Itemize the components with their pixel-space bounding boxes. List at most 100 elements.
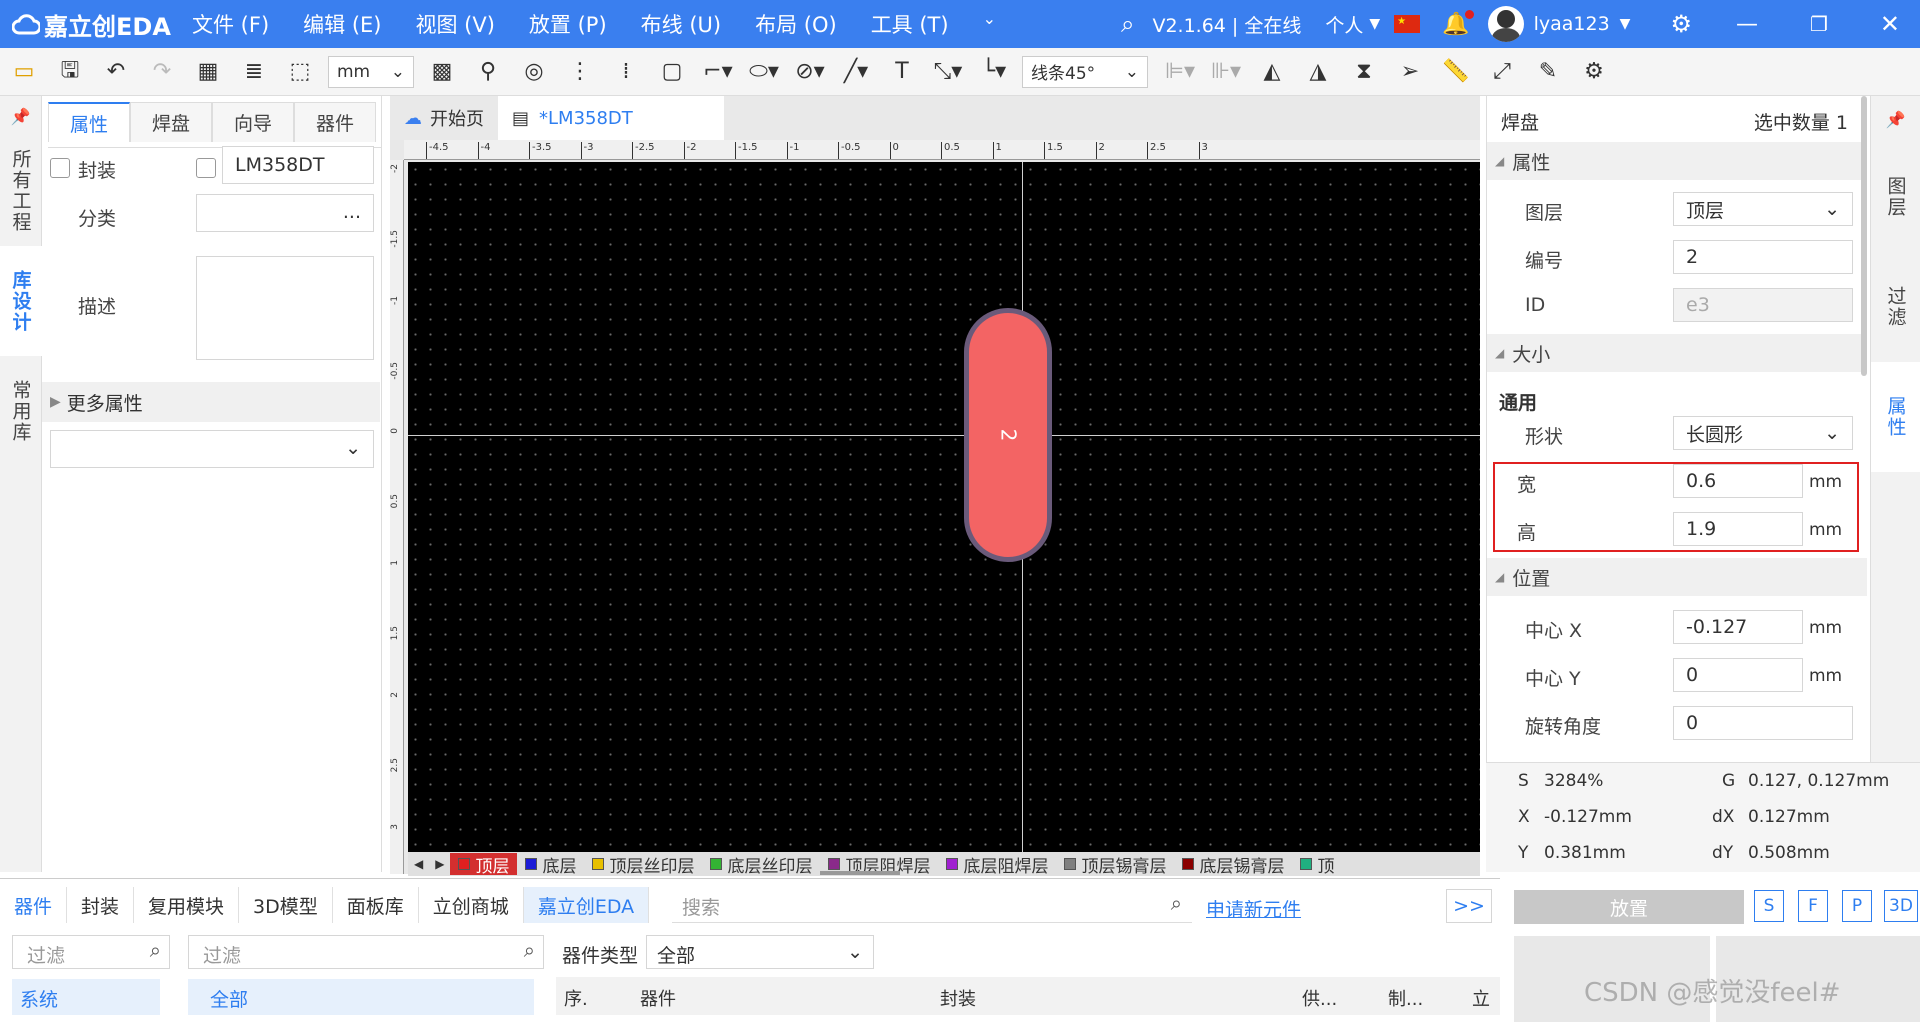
- grid-apps-icon[interactable]: ▦: [190, 54, 226, 90]
- layer-item[interactable]: 底层丝印层: [702, 853, 820, 876]
- device-type-select[interactable]: 全部 ⌄: [646, 935, 874, 969]
- layer-item[interactable]: 底层锡膏层: [1174, 853, 1292, 876]
- pin-icon-left[interactable]: 📌: [0, 96, 41, 136]
- layer-item[interactable]: 顶层锡膏层: [1056, 853, 1174, 876]
- avatar[interactable]: [1487, 6, 1524, 42]
- save-icon[interactable]: 🖫: [52, 54, 88, 90]
- tab-lib-footprints[interactable]: 封装: [67, 887, 135, 923]
- quick-button-p[interactable]: P: [1842, 890, 1872, 922]
- apply-new-component-link[interactable]: 申请新元件: [1206, 895, 1301, 922]
- ruler-icon[interactable]: 📏: [1438, 54, 1474, 90]
- category-more-icon[interactable]: ...: [343, 201, 361, 223]
- menu-edit[interactable]: 编辑 (E): [303, 9, 381, 39]
- via-column-icon[interactable]: ⋮: [562, 54, 598, 90]
- footprint-value-checkbox[interactable]: [196, 158, 216, 178]
- zoom-area-icon[interactable]: ⬚: [282, 54, 318, 90]
- measure-icon[interactable]: ⤢: [1484, 54, 1520, 90]
- mirror-icon[interactable]: ⧗: [1346, 54, 1382, 90]
- center-y-input[interactable]: 0: [1673, 658, 1803, 692]
- col-device[interactable]: 器件: [640, 985, 676, 1011]
- layer-item[interactable]: 顶: [1292, 853, 1342, 876]
- oblong-pad[interactable]: 2: [964, 308, 1052, 562]
- tab-lib-reuse-modules[interactable]: 复用模块: [134, 887, 240, 923]
- section-position[interactable]: ◢ 位置: [1487, 558, 1867, 596]
- filter-input-1[interactable]: 过滤 ⌕: [12, 935, 170, 969]
- send-icon[interactable]: ➢: [1392, 54, 1428, 90]
- section-size[interactable]: ◢ 大小: [1487, 334, 1867, 372]
- filter-input-2[interactable]: 过滤 ⌕: [188, 935, 544, 969]
- layer-item[interactable]: 顶层丝印层: [584, 853, 702, 876]
- library-search-icon[interactable]: ⌕: [1171, 891, 1182, 915]
- tab-start-page[interactable]: ☁ 开始页: [390, 96, 498, 140]
- library-search-input[interactable]: 搜索 ⌕: [672, 887, 1192, 923]
- tree-item-all[interactable]: 全部: [188, 979, 534, 1015]
- tab-pads[interactable]: 焊盘: [130, 102, 212, 142]
- menu-layout[interactable]: 布局 (O): [755, 9, 837, 39]
- more-properties-select[interactable]: ⌄: [50, 430, 374, 468]
- pin-icon-right[interactable]: 📌: [1871, 96, 1920, 142]
- minimize-icon[interactable]: —: [1736, 12, 1758, 37]
- place-button[interactable]: 放置: [1514, 890, 1744, 924]
- tab-right-properties[interactable]: 属性: [1871, 362, 1920, 472]
- tab-layers[interactable]: 图层: [1871, 142, 1920, 252]
- layer-item[interactable]: 底层: [517, 853, 584, 876]
- description-textarea[interactable]: [196, 256, 374, 360]
- text-icon[interactable]: T: [884, 54, 920, 90]
- settings-gear-icon[interactable]: ⚙: [1670, 10, 1692, 38]
- menu-file[interactable]: 文件 (F): [192, 9, 269, 39]
- ellipse-icon[interactable]: ⬭▾: [746, 54, 782, 90]
- origin-icon[interactable]: └▾: [976, 54, 1012, 90]
- via-grid-icon[interactable]: ⁞: [608, 54, 644, 90]
- close-icon[interactable]: ✕: [1880, 10, 1900, 38]
- category-input[interactable]: ...: [196, 194, 374, 232]
- bell-icon[interactable]: 🔔: [1442, 9, 1474, 37]
- menu-view[interactable]: 视图 (V): [415, 9, 494, 39]
- col-lcsc[interactable]: 立: [1472, 985, 1490, 1011]
- search-icon[interactable]: ⌕: [1121, 10, 1134, 38]
- dimension-icon[interactable]: ⤡▾: [930, 54, 966, 90]
- width-input[interactable]: 0.6: [1673, 464, 1803, 498]
- workspace-select[interactable]: 个人: [1325, 11, 1363, 38]
- tab-lib-lcsc[interactable]: 立创商城: [419, 887, 524, 923]
- section-properties[interactable]: ◢ 属性: [1487, 142, 1867, 180]
- center-x-input[interactable]: -0.127: [1673, 610, 1803, 644]
- line-icon[interactable]: ╱▾: [838, 54, 874, 90]
- tab-library-design[interactable]: 库设计: [0, 246, 42, 356]
- tab-lm358dt[interactable]: ▤ *LM358DT: [498, 96, 724, 140]
- col-supplier[interactable]: 供...: [1302, 985, 1337, 1011]
- redo-icon[interactable]: ↷: [144, 54, 180, 90]
- restore-icon[interactable]: ❐: [1810, 12, 1828, 36]
- col-index[interactable]: 序.: [564, 985, 588, 1011]
- quick-button-3d[interactable]: 3D: [1884, 890, 1918, 922]
- layer-item[interactable]: 底层阻焊层: [938, 853, 1056, 876]
- menu-route[interactable]: 布线 (U): [641, 9, 721, 39]
- tab-lib-3d-models[interactable]: 3D模型: [239, 887, 333, 923]
- expand-button[interactable]: >>: [1446, 889, 1492, 923]
- erase-icon[interactable]: ✎: [1530, 54, 1566, 90]
- folder-icon[interactable]: ▭: [6, 54, 42, 90]
- shape-select[interactable]: 长圆形 ⌄: [1673, 416, 1853, 450]
- tab-wizard[interactable]: 向导: [212, 102, 294, 142]
- polygon-icon[interactable]: ⌐▾: [700, 54, 736, 90]
- col-footprint[interactable]: 封装: [940, 985, 976, 1011]
- align-icon[interactable]: ⊫▾: [1162, 54, 1198, 90]
- menu-place[interactable]: 放置 (P): [529, 9, 607, 39]
- footprint-checkbox[interactable]: [50, 158, 70, 178]
- footprint-name-input[interactable]: LM358DT: [222, 146, 374, 184]
- toolbar-settings-icon[interactable]: ⚙: [1576, 54, 1612, 90]
- quick-button-f[interactable]: F: [1798, 890, 1828, 922]
- layer-list-icon[interactable]: ≣: [236, 54, 272, 90]
- layer-prev-icon[interactable]: ◀: [408, 857, 429, 871]
- tab-lib-devices[interactable]: 器件: [0, 887, 68, 923]
- tab-lib-jlceda[interactable]: 嘉立创EDA: [523, 887, 650, 923]
- undo-icon[interactable]: ↶: [98, 54, 134, 90]
- tab-properties[interactable]: 属性: [48, 102, 130, 142]
- pad-icon[interactable]: ◎: [516, 54, 552, 90]
- china-flag-icon[interactable]: ★: [1394, 15, 1421, 33]
- tab-all-projects[interactable]: 所有工程: [0, 136, 42, 246]
- tab-devices[interactable]: 器件: [294, 102, 376, 142]
- layer-next-icon[interactable]: ▶: [429, 857, 450, 871]
- calculator-icon[interactable]: ▩: [424, 54, 460, 90]
- pcb-canvas[interactable]: 2: [408, 162, 1480, 852]
- line-mode-select[interactable]: 线条45° ⌄: [1022, 55, 1148, 88]
